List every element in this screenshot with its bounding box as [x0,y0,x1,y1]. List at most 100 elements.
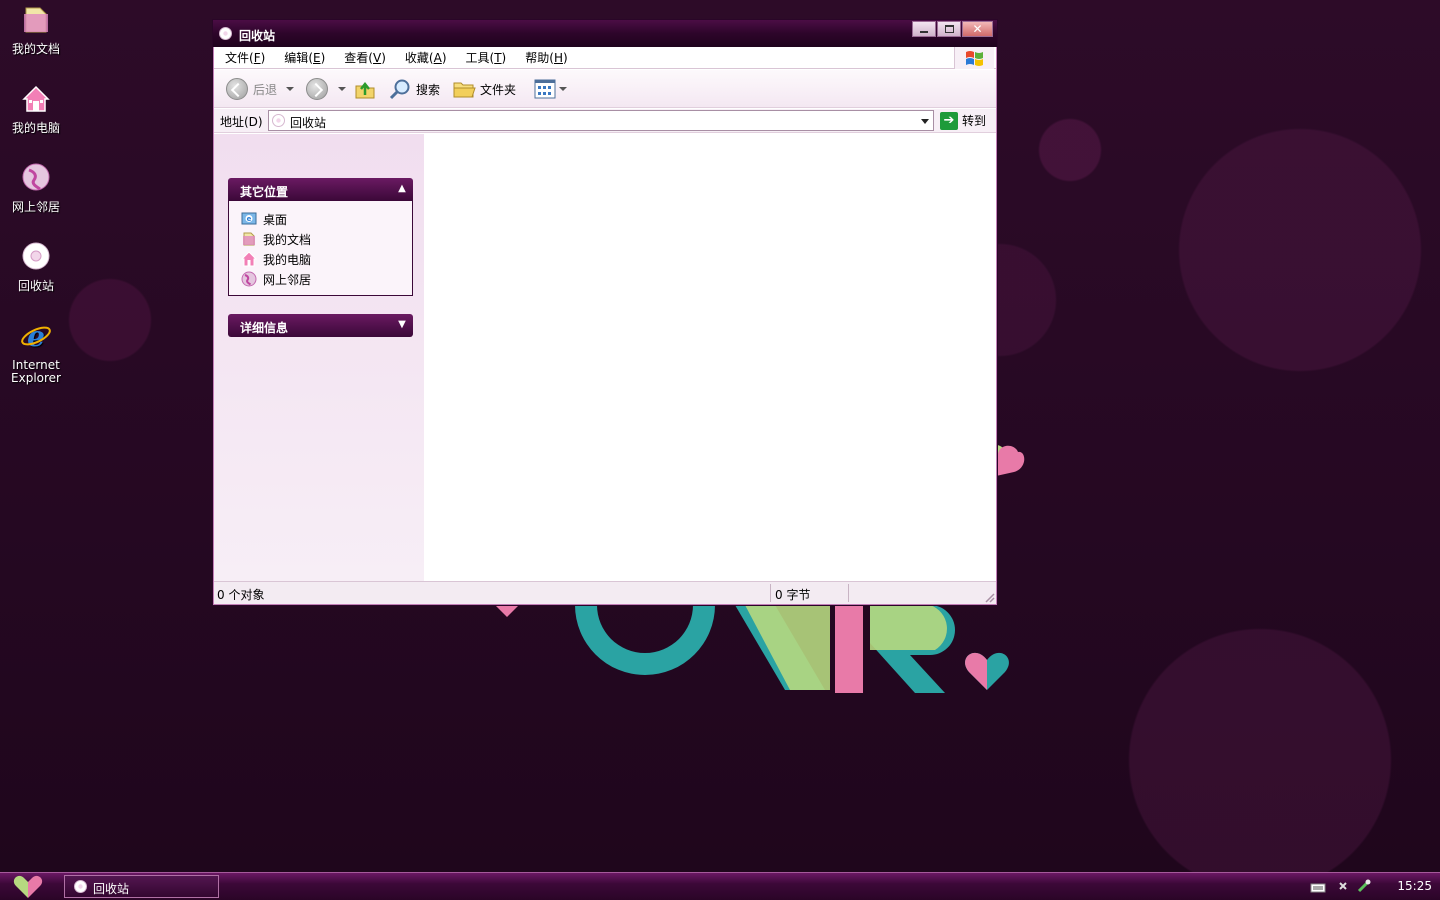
menu-edit[interactable]: 编辑(E) [273,49,333,66]
menu-accelerator: H [553,51,563,65]
menu-help[interactable]: 帮助(H) [514,49,575,66]
title-bar[interactable]: 回收站 ✕ [213,20,997,47]
recycle-bin-icon [22,242,50,270]
go-button[interactable]: ➔ 转到 [940,110,986,131]
place-network[interactable]: 网上邻居 [241,269,412,289]
other-places-header[interactable]: 其它位置 ▲ [228,178,413,201]
up-folder-button[interactable] [354,77,376,101]
toolbar: 后退 搜索 文件夹 [214,70,996,108]
menu-label: 工具 [465,51,490,65]
menu-accelerator: E [313,51,321,65]
menu-tools[interactable]: 工具(T) [455,49,515,66]
heart-start-icon [13,875,43,898]
globe-icon [241,271,257,287]
go-arrow-icon: ➔ [940,111,958,130]
address-value: 回收站 [290,116,327,130]
other-places-list: e 桌面 我的文档 我的电脑 网上邻居 [228,201,413,296]
start-button[interactable] [8,874,48,900]
house-icon [22,85,50,112]
windows-flag-icon [966,51,983,66]
menu-view[interactable]: 查看(V) [333,49,394,66]
back-button[interactable]: 后退 [226,77,277,101]
details-panel: 详细信息 ▼ [228,314,413,337]
panel-title: 详细信息 [240,321,289,335]
menu-favorites[interactable]: 收藏(A) [394,49,455,66]
clock[interactable]: 15:25 [1397,879,1432,893]
documents-folder-icon [24,7,48,33]
desktop-icon-label: 网上邻居 [11,200,60,214]
chevron-down-icon[interactable]: ▼ [396,319,408,331]
search-icon [389,79,410,100]
forward-history-dropdown[interactable] [332,77,346,101]
desktop-icon: e [241,212,257,225]
task-pane: 其它位置 ▲ e 桌面 我的文档 我的电脑 网上邻居 详细信息 ▼ [214,134,424,581]
status-divider [770,584,771,602]
recycle-bin-icon [219,27,232,40]
chevron-down-icon [559,87,567,91]
maximize-button[interactable] [937,21,961,37]
file-list-area[interactable] [424,134,996,581]
details-header[interactable]: 详细信息 ▼ [228,314,413,337]
taskbar-item-label: 回收站 [93,882,130,896]
desktop-icon-label: Internet Explorer [11,358,61,385]
place-my-computer[interactable]: 我的电脑 [241,249,412,269]
place-label: 我的文档 [263,232,312,247]
minimize-button[interactable] [912,21,936,37]
folder-icon [453,82,476,98]
desktop-icon-my-computer[interactable]: 我的电脑 [0,83,72,135]
place-label: 网上邻居 [263,272,312,287]
view-grid-icon [534,79,556,99]
chevron-down-icon [338,87,346,91]
chevron-down-icon [286,87,294,91]
globe-icon [22,163,50,191]
desktop-icon-network[interactable]: 网上邻居 [0,162,72,214]
minimize-icon [920,31,928,33]
taskbar-item-recycle-bin[interactable]: 回收站 [64,875,219,898]
place-desktop[interactable]: e 桌面 [241,209,412,229]
desktop-icon-internet-explorer[interactable]: e Internet Explorer [0,320,72,385]
chevron-up-icon[interactable]: ▲ [396,183,408,195]
back-history-dropdown[interactable] [280,77,294,101]
desktop-icon-recycle-bin[interactable]: 回收站 [0,241,72,293]
network-icon[interactable] [1338,879,1356,895]
close-icon: ✕ [972,22,983,36]
recycle-bin-window[interactable]: 回收站 ✕ 文件(F) 编辑(E) 查看(V) 收藏(A) 工具(T) 帮助(H… [212,19,998,606]
documents-folder-icon [243,232,255,246]
system-tray: 15:25 [1310,873,1440,900]
svg-text:e: e [247,215,252,223]
menu-label: 文件 [225,51,250,65]
panel-title: 其它位置 [240,185,289,199]
close-button[interactable]: ✕ [962,21,993,37]
menu-file[interactable]: 文件(F) [214,49,273,66]
menu-label: 收藏 [404,51,429,65]
resize-grip-icon[interactable] [983,591,995,603]
taskbar: 回收站 15:25 [0,872,1440,900]
recycle-bin-icon [272,114,285,127]
folders-button[interactable]: 文件夹 [452,77,516,101]
window-controls: ✕ [911,21,993,37]
other-places-panel: 其它位置 ▲ e 桌面 我的文档 我的电脑 网上邻居 [228,178,413,296]
windows-logo [954,47,994,69]
desktop-icon-my-documents[interactable]: 我的文档 [0,4,72,56]
menu-accelerator: A [433,51,442,65]
address-input[interactable]: 回收站 [268,110,934,131]
forward-arrow-icon [306,78,328,100]
place-my-documents[interactable]: 我的文档 [241,229,412,249]
menu-label: 编辑 [284,51,309,65]
views-button[interactable] [534,77,567,101]
chevron-down-icon[interactable] [921,119,929,124]
forward-button[interactable] [306,77,328,101]
desktop-icon-label: 我的文档 [11,42,60,56]
go-label: 转到 [962,114,987,128]
menu-accelerator: V [372,51,382,65]
search-button[interactable]: 搜索 [388,77,440,101]
address-label: 地址(D) [220,115,263,129]
object-count: 0 个对象 [217,588,265,602]
menu-label: 帮助 [525,51,550,65]
search-label: 搜索 [416,82,441,97]
keyboard-icon[interactable] [1310,882,1326,894]
status-divider [848,584,849,602]
up-folder-icon [355,81,375,99]
safely-remove-icon[interactable] [1356,878,1372,894]
internet-explorer-icon: e [21,320,51,353]
